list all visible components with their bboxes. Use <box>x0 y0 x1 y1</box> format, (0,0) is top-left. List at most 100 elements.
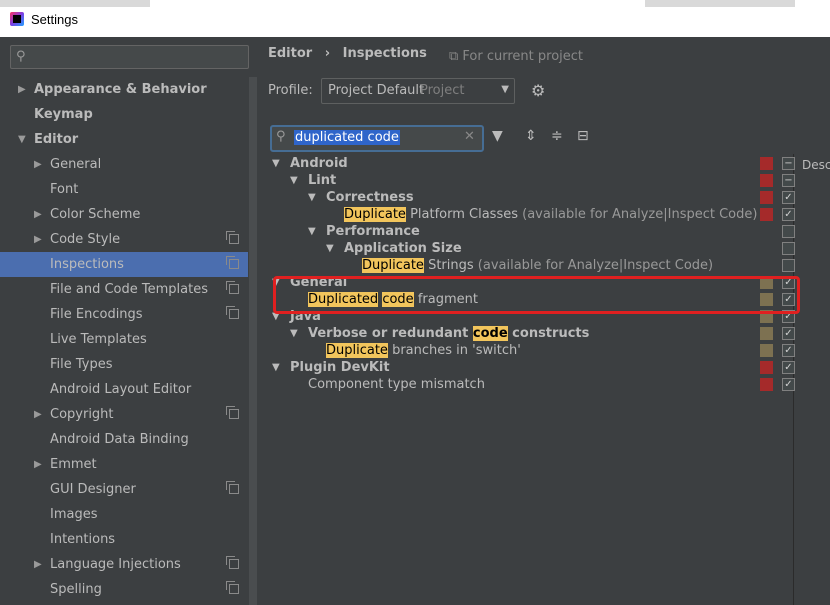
sidebar-item-label: Color Scheme <box>50 207 141 222</box>
inspection-filter-value[interactable]: duplicated code <box>294 130 400 145</box>
collapsed-arrow-icon[interactable]: ▶ <box>34 552 42 577</box>
sidebar-item-label: Intentions <box>50 532 116 547</box>
enable-checkbox[interactable] <box>782 242 795 255</box>
project-scope-icon: ⧉ <box>449 49 463 64</box>
expanded-arrow-icon[interactable]: ▼ <box>290 172 298 189</box>
sidebar-item[interactable]: Keymap <box>0 102 248 127</box>
sidebar-item-label: Copyright <box>50 407 114 422</box>
sidebar-item[interactable]: Live Templates <box>0 327 248 352</box>
sidebar-item[interactable]: Spelling <box>0 577 248 602</box>
project-settings-icon <box>226 406 239 419</box>
expanded-arrow-icon[interactable]: ▼ <box>18 127 26 152</box>
sidebar-item[interactable]: File Encodings <box>0 302 248 327</box>
sidebar-item[interactable]: ▶ Language Injections <box>0 552 248 577</box>
project-settings-icon <box>226 581 239 594</box>
sidebar-item[interactable]: Android Data Binding <box>0 427 248 452</box>
inspection-row[interactable]: Duplicate Strings (available for Analyze… <box>270 257 800 274</box>
expand-all-icon[interactable]: ⇕ <box>525 128 537 144</box>
collapsed-arrow-icon[interactable]: ▶ <box>34 227 42 252</box>
inspection-row[interactable]: ▼ Correctness ✓ <box>270 189 800 206</box>
project-settings-icon <box>226 256 239 269</box>
inspection-row[interactable]: ▼ Android − <box>270 155 800 172</box>
severity-indicator <box>760 378 773 391</box>
sidebar-item[interactable]: GUI Designer <box>0 477 248 502</box>
background-tab-strip <box>645 0 795 7</box>
sidebar-item[interactable]: ▶ Copyright <box>0 402 248 427</box>
sidebar-item[interactable]: Font <box>0 177 248 202</box>
inspection-row[interactable]: ▼ Plugin DevKit ✓ <box>270 359 800 376</box>
enable-checkbox[interactable]: ✓ <box>782 327 795 340</box>
sidebar-item[interactable]: Inspections <box>0 252 248 277</box>
inspection-text: constructs <box>507 326 590 341</box>
severity-indicator <box>760 174 773 187</box>
collapsed-arrow-icon[interactable]: ▶ <box>34 202 42 227</box>
project-settings-icon <box>226 481 239 494</box>
enable-checkbox[interactable]: − <box>782 174 795 187</box>
sidebar-item[interactable]: File and Code Templates <box>0 277 248 302</box>
profile-dropdown[interactable]: Project Default Project ▼ <box>321 78 515 104</box>
sidebar-item[interactable]: ▶ Color Scheme <box>0 202 248 227</box>
enable-checkbox[interactable]: − <box>782 157 795 170</box>
inspection-text: Component type mismatch <box>308 377 485 392</box>
inspection-text: branches in 'switch' <box>387 343 521 358</box>
sidebar-item-label: Editor <box>34 132 79 147</box>
sidebar-item[interactable]: File Types <box>0 352 248 377</box>
enable-checkbox[interactable]: ✓ <box>782 344 795 357</box>
profile-value: Project Default <box>328 83 425 98</box>
sidebar-item[interactable]: ▶ Code Style <box>0 227 248 252</box>
expanded-arrow-icon[interactable]: ▼ <box>308 223 316 240</box>
breadcrumb-editor[interactable]: Editor <box>268 46 312 61</box>
inspection-row[interactable]: Duplicate Platform Classes (available fo… <box>270 206 800 223</box>
settings-search-input[interactable] <box>33 48 245 66</box>
collapse-all-icon[interactable]: ≑ <box>551 128 563 144</box>
inspection-label: Performance <box>326 223 420 240</box>
expanded-arrow-icon[interactable]: ▼ <box>308 189 316 206</box>
inspection-row[interactable]: ▼ Verbose or redundant code constructs ✓ <box>270 325 800 342</box>
inspection-text: (available for Analyze|Inspect Code) <box>522 207 758 222</box>
expanded-arrow-icon[interactable]: ▼ <box>272 359 280 376</box>
enable-checkbox[interactable] <box>782 225 795 238</box>
sidebar-item-label: Font <box>50 182 79 197</box>
inspection-label: Verbose or redundant code constructs <box>308 325 589 342</box>
enable-checkbox[interactable]: ✓ <box>782 361 795 374</box>
filter-icon[interactable]: ▼ <box>492 128 503 144</box>
sidebar-scrollbar[interactable] <box>249 77 257 605</box>
enable-checkbox[interactable]: ✓ <box>782 191 795 204</box>
inspection-row[interactable]: ▼ Lint − <box>270 172 800 189</box>
sidebar-item-label: Emmet <box>50 457 97 472</box>
enable-checkbox[interactable]: ✓ <box>782 378 795 391</box>
enable-checkbox[interactable] <box>782 259 795 272</box>
expanded-arrow-icon[interactable]: ▼ <box>290 325 298 342</box>
collapsed-arrow-icon[interactable]: ▶ <box>34 402 42 427</box>
inspection-filter-box[interactable]: ⚲ duplicated code ✕ <box>270 125 484 152</box>
settings-search-box[interactable]: ⚲ <box>10 45 249 69</box>
inspections-panel: Editor › Inspections ⧉ For current proje… <box>259 37 830 605</box>
severity-indicator <box>760 242 773 255</box>
sidebar-item[interactable]: ▼ Editor <box>0 127 248 152</box>
expanded-arrow-icon[interactable]: ▼ <box>272 155 280 172</box>
sidebar-item[interactable]: ▶ Emmet <box>0 452 248 477</box>
inspection-label: Lint <box>308 172 336 189</box>
inspection-row[interactable]: ▼ Performance <box>270 223 800 240</box>
inspection-row[interactable]: ▼ Application Size <box>270 240 800 257</box>
clear-icon[interactable]: ✕ <box>464 129 475 144</box>
sidebar-item[interactable]: Images <box>0 502 248 527</box>
sidebar-item-label: Live Templates <box>50 332 147 347</box>
project-settings-icon <box>226 556 239 569</box>
inspection-text: Platform Classes <box>405 207 523 222</box>
collapsed-arrow-icon[interactable]: ▶ <box>34 452 42 477</box>
inspection-row[interactable]: Component type mismatch ✓ <box>270 376 800 393</box>
gear-icon[interactable]: ⚙ <box>531 81 545 100</box>
collapsed-arrow-icon[interactable]: ▶ <box>18 77 26 102</box>
sidebar-item-label: General <box>50 157 102 172</box>
breadcrumb-inspections: Inspections <box>342 46 427 61</box>
inspection-row[interactable]: Duplicate branches in 'switch' ✓ <box>270 342 800 359</box>
collapsed-arrow-icon[interactable]: ▶ <box>34 152 42 177</box>
sidebar-item[interactable]: Intentions <box>0 527 248 552</box>
sidebar-item[interactable]: ▶ Appearance & Behavior <box>0 77 248 102</box>
sidebar-item[interactable]: Android Layout Editor <box>0 377 248 402</box>
sidebar-item[interactable]: ▶ General <box>0 152 248 177</box>
reset-icon[interactable]: ⊟ <box>577 128 589 144</box>
expanded-arrow-icon[interactable]: ▼ <box>326 240 334 257</box>
enable-checkbox[interactable]: ✓ <box>782 208 795 221</box>
